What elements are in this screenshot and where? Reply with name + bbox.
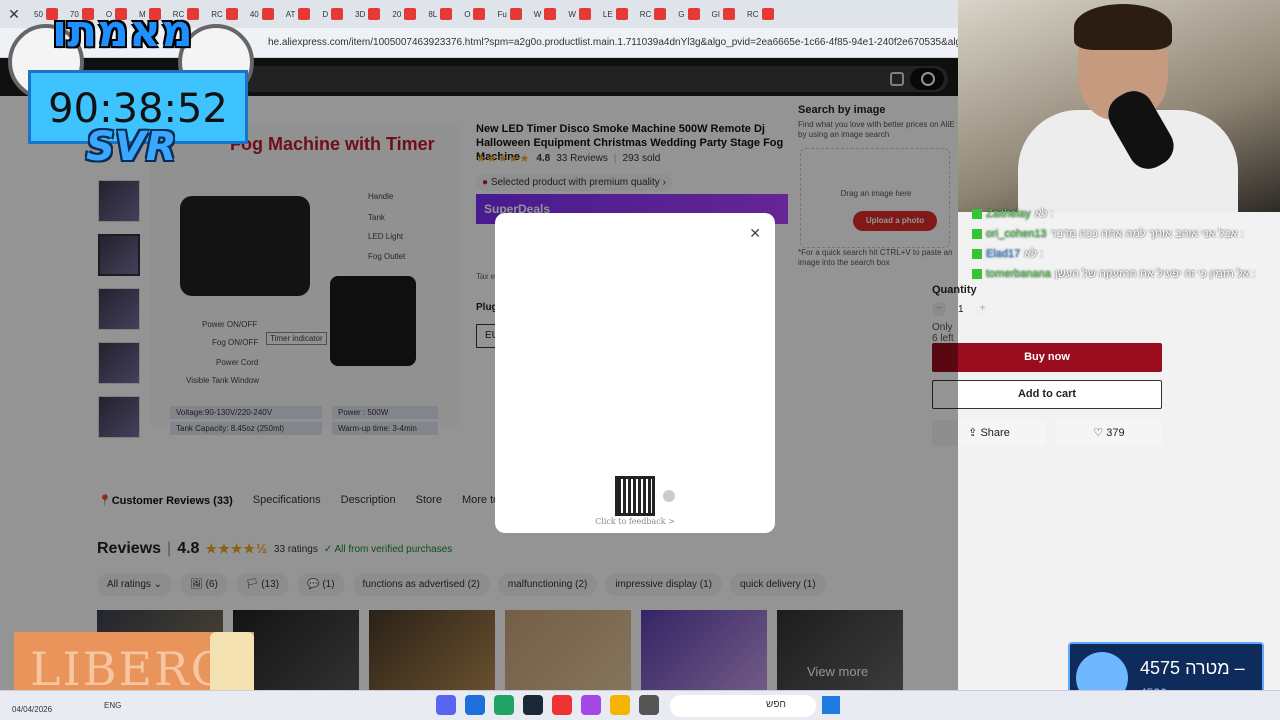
discord-icon[interactable] bbox=[436, 695, 456, 715]
favicon-icon bbox=[687, 8, 700, 20]
qr-code-icon bbox=[615, 476, 655, 516]
chat-text: : לא bbox=[1034, 208, 1054, 220]
browser-tab[interactable]: D bbox=[316, 0, 349, 28]
tab-label: RC bbox=[639, 9, 652, 19]
tab-label: LE bbox=[602, 9, 613, 19]
tab-label: AT bbox=[285, 9, 296, 19]
share-label: Share bbox=[980, 427, 1010, 439]
app-icon[interactable] bbox=[552, 695, 572, 715]
file-explorer-icon[interactable] bbox=[639, 695, 659, 715]
chat-username: Elad17 bbox=[986, 248, 1021, 260]
feedback-link[interactable]: Click to feedback > bbox=[495, 517, 775, 526]
webcam-overlay bbox=[958, 0, 1280, 212]
browser-tab[interactable]: W bbox=[562, 0, 597, 28]
favicon-icon bbox=[331, 8, 344, 20]
chat-message: : אבל אני אוהב אותך למה אתה ככה מדבר ori… bbox=[972, 224, 1272, 244]
language-indicator[interactable]: ENG bbox=[104, 701, 121, 710]
plus-icon[interactable]: + bbox=[975, 302, 990, 316]
browser-tab[interactable]: RC bbox=[741, 0, 780, 28]
tab-label: D bbox=[322, 9, 329, 19]
chat-username: tomerbanana bbox=[986, 268, 1051, 280]
badge-icon bbox=[972, 229, 982, 239]
heart-icon: ♡ bbox=[1093, 427, 1104, 439]
tab-label: 20 bbox=[392, 9, 402, 19]
chat-overlay: : לא Zaithelay : אבל אני אוהב אותך למה א… bbox=[972, 204, 1272, 284]
tab-label: W bbox=[568, 9, 576, 19]
steam-icon[interactable] bbox=[523, 695, 543, 715]
browser-tab[interactable]: RC bbox=[634, 0, 673, 28]
chat-text: : לא bbox=[1024, 248, 1044, 260]
favicon-icon bbox=[654, 8, 667, 20]
svr-label: SVR bbox=[86, 124, 177, 170]
favicon-icon bbox=[404, 8, 417, 20]
browser-tab[interactable]: 20 bbox=[386, 0, 422, 28]
tab-label: RC bbox=[746, 9, 759, 19]
feedback-modal: ✕ Click to feedback > bbox=[495, 213, 775, 533]
browser-tab[interactable]: W bbox=[528, 0, 563, 28]
badge-icon bbox=[972, 269, 982, 279]
taskbar-search[interactable]: חפש bbox=[670, 695, 816, 717]
wishlist-count: 379 bbox=[1106, 427, 1125, 439]
share-icon: ⇪ bbox=[968, 427, 978, 439]
info-icon[interactable] bbox=[663, 490, 675, 502]
browser-tab[interactable]: AT bbox=[280, 0, 317, 28]
chat-message: : אל תזמין כי זה יפעיל את ההזעקה של העשן… bbox=[972, 264, 1272, 284]
calculator-icon[interactable] bbox=[465, 695, 485, 715]
favicon-icon bbox=[578, 8, 591, 20]
favicon-icon bbox=[761, 8, 774, 20]
browser-tab[interactable]: O bbox=[458, 0, 491, 28]
favicon-icon bbox=[261, 8, 274, 20]
url-text[interactable]: he.aliexpress.com/item/1005007463923376.… bbox=[268, 37, 958, 48]
favicon-icon bbox=[544, 8, 557, 20]
favicon-icon bbox=[440, 8, 453, 20]
chrome-icon[interactable] bbox=[610, 695, 630, 715]
favicon-icon bbox=[615, 8, 628, 20]
browser-tab[interactable]: 8L bbox=[422, 0, 458, 28]
taskbar-apps bbox=[436, 695, 659, 715]
obs-icon[interactable] bbox=[581, 695, 601, 715]
favicon-icon bbox=[473, 8, 486, 20]
tab-label: G bbox=[678, 9, 685, 19]
favicon-icon bbox=[509, 8, 522, 20]
close-icon[interactable]: ✕ bbox=[749, 225, 761, 242]
tab-label: 8L bbox=[428, 9, 438, 19]
sponsor-logo: LIBERO bbox=[30, 642, 231, 696]
favicon-icon bbox=[368, 8, 381, 20]
chat-message: : לא Elad17 bbox=[972, 244, 1272, 264]
tab-label: 3D bbox=[355, 9, 366, 19]
chat-username: Zaithelay bbox=[986, 208, 1031, 220]
badge-icon bbox=[972, 209, 982, 219]
tab-label: Fu bbox=[497, 9, 507, 19]
webcam-person bbox=[1074, 4, 1172, 50]
sheets-icon[interactable] bbox=[494, 695, 514, 715]
browser-tab[interactable]: Fu bbox=[491, 0, 527, 28]
tab-label: O bbox=[464, 9, 471, 19]
tab-label: W bbox=[533, 9, 542, 19]
chat-text: : אל תזמין כי זה יפעיל את ההזעקה של העשן bbox=[1054, 268, 1256, 280]
stream-logo-overlay: מאמתו 90:38:52 SVR bbox=[6, 4, 256, 174]
tab-label: GI bbox=[711, 9, 720, 19]
browser-tab[interactable]: G bbox=[672, 0, 705, 28]
add-to-cart-button[interactable]: Add to cart bbox=[932, 380, 1162, 409]
taskbar-date: 04/04/2026 bbox=[12, 705, 53, 714]
chat-username: ori_cohen13 bbox=[986, 228, 1047, 240]
browser-tab[interactable]: 3D bbox=[349, 0, 386, 28]
wishlist-button[interactable]: ♡ 379 bbox=[1056, 420, 1162, 446]
buy-now-button[interactable]: Buy now bbox=[932, 343, 1162, 372]
channel-logo: מאמתו bbox=[52, 6, 193, 57]
taskbar: 04/04/2026 ENG חפש bbox=[0, 690, 1280, 720]
chat-text: : אבל אני אוהב אותך למה אתה ככה מדבר bbox=[1050, 228, 1244, 240]
goal-value: 4575 bbox=[1140, 658, 1181, 678]
goal-label: מטרה – bbox=[1185, 658, 1245, 678]
chat-message: : לא Zaithelay bbox=[972, 204, 1272, 224]
favicon-icon bbox=[722, 8, 735, 20]
browser-tab[interactable]: GI bbox=[706, 0, 741, 28]
windows-start-icon[interactable] bbox=[822, 696, 840, 714]
quantity-value[interactable]: 1 bbox=[958, 304, 964, 315]
badge-icon bbox=[972, 249, 982, 259]
goal-line: 4575 מטרה – bbox=[1140, 658, 1245, 679]
favicon-icon bbox=[298, 8, 311, 20]
browser-tab[interactable]: LE bbox=[597, 0, 634, 28]
